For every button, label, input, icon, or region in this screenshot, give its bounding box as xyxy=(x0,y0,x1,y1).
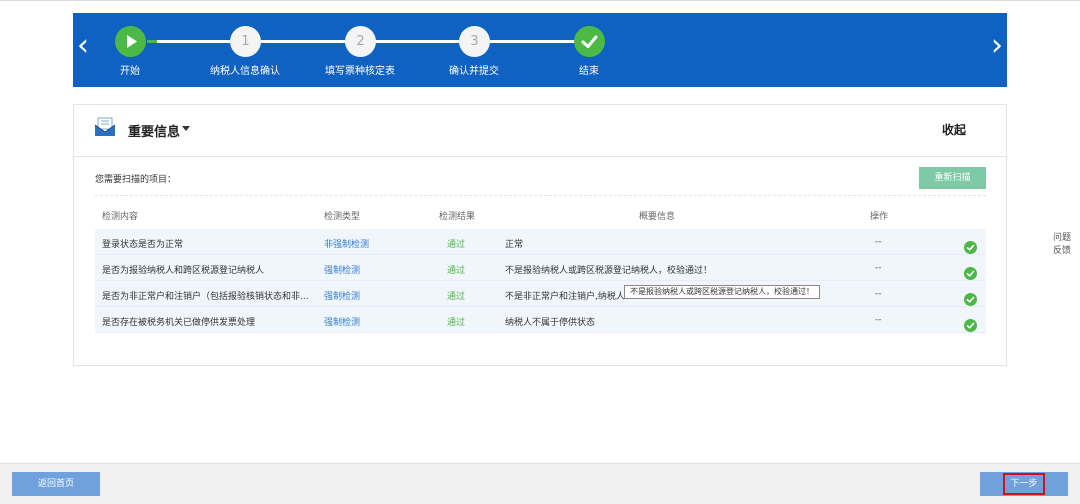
step-label-start: 开始 xyxy=(120,66,140,77)
check-circle-icon xyxy=(964,241,977,254)
divider xyxy=(95,195,986,196)
check-results-table: 登录状态是否为正常 非强制检测 通过 正常 -- 是否为报验纳税人和跨区税源登记… xyxy=(95,229,986,333)
row-type-link[interactable]: 强制检测 xyxy=(324,263,360,276)
row-summary: 不是非正常户和注销户,纳税人 xyxy=(505,292,625,302)
check-icon xyxy=(581,35,598,48)
row-summary: 正常 xyxy=(505,240,524,250)
table-row: 登录状态是否为正常 非强制检测 通过 正常 -- xyxy=(95,229,986,255)
step-end-marker xyxy=(574,26,605,57)
row-operation: -- xyxy=(875,237,882,247)
step-1-marker: 1 xyxy=(230,26,261,57)
step-3-marker: 3 xyxy=(459,26,490,57)
top-divider xyxy=(0,0,1080,1)
next-step-button[interactable]: 下一步 xyxy=(980,472,1068,496)
row-operation: -- xyxy=(875,315,882,325)
play-icon xyxy=(127,35,137,48)
check-circle-icon xyxy=(964,267,977,280)
row-content: 是否为非正常户和注销户（包括报验核销状态和非... xyxy=(102,292,309,302)
step-label-confirm-submit: 确认并提交 xyxy=(449,66,499,77)
rescan-button[interactable]: 重新扫描 xyxy=(919,167,986,189)
feedback-button[interactable]: 问题 反馈 xyxy=(1050,232,1074,258)
table-row: 是否为报验纳税人和跨区税源登记纳税人 强制检测 通过 不是报验纳税人或跨区税源登… xyxy=(95,255,986,281)
row-summary: 纳税人不属于停供状态 xyxy=(505,318,596,328)
panel-title[interactable]: 重要信息 xyxy=(128,121,180,140)
row-result: 通过 xyxy=(447,266,466,276)
important-info-panel: 重要信息 收起 您需要扫描的项目： 重新扫描 检测内容 检测类型 检测结果 概要… xyxy=(73,104,1007,366)
step-connector-done xyxy=(147,40,157,43)
row-summary: 不是报验纳税人或跨区税源登记纳税人，校验通过！ xyxy=(505,266,713,276)
row-operation: -- xyxy=(875,263,882,273)
column-header-operation: 操作 xyxy=(870,212,889,222)
panel-header: 重要信息 收起 xyxy=(74,105,1006,157)
step-start-marker xyxy=(115,26,146,57)
check-circle-icon xyxy=(964,293,977,306)
step-label-end: 结束 xyxy=(579,66,599,77)
row-type-link[interactable]: 强制检测 xyxy=(324,289,360,302)
step-label-fill-form: 填写票种核定表 xyxy=(325,66,395,77)
check-circle-icon xyxy=(964,319,977,332)
back-home-button[interactable]: 返回首页 xyxy=(12,472,100,496)
column-header-type: 检测类型 xyxy=(324,212,361,222)
row-operation: -- xyxy=(875,289,882,299)
mail-icon xyxy=(94,117,116,136)
row-content: 是否存在被税务机关已做停供发票处理 xyxy=(102,318,256,328)
step-label-taxpayer-confirm: 纳税人信息确认 xyxy=(210,66,280,77)
step-progress-banner: ‹ › 开始 1 纳税人信息确认 2 填写票种核定表 3 确认并提交 结束 xyxy=(73,13,1007,87)
column-header-summary: 概要信息 xyxy=(639,212,676,222)
row-content: 登录状态是否为正常 xyxy=(102,240,184,250)
next-step-label: 下一步 xyxy=(1003,473,1045,495)
row-type-link[interactable]: 非强制检测 xyxy=(324,237,369,250)
feedback-label-line1: 问题 xyxy=(1052,233,1071,243)
row-content: 是否为报验纳税人和跨区税源登记纳税人 xyxy=(102,266,265,276)
table-row: 是否为非正常户和注销户（包括报验核销状态和非... 强制检测 通过 不是非正常户… xyxy=(95,281,986,307)
feedback-label-line2: 反馈 xyxy=(1052,246,1071,256)
chevron-right-icon[interactable]: › xyxy=(991,31,1003,61)
row-result: 通过 xyxy=(447,240,466,250)
footer-bar: 返回首页 下一步 xyxy=(0,463,1080,504)
caret-down-icon[interactable] xyxy=(182,126,190,131)
row-type-link[interactable]: 强制检测 xyxy=(324,315,360,328)
collapse-button[interactable]: 收起 xyxy=(942,121,966,138)
column-header-result: 检测结果 xyxy=(439,212,476,222)
row-result: 通过 xyxy=(447,318,466,328)
table-row: 是否存在被税务机关已做停供发票处理 强制检测 通过 纳税人不属于停供状态 -- xyxy=(95,307,986,333)
chevron-left-icon[interactable]: ‹ xyxy=(77,31,89,61)
scan-items-label: 您需要扫描的项目： xyxy=(95,175,177,185)
column-header-content: 检测内容 xyxy=(102,212,139,222)
row-result: 通过 xyxy=(447,292,466,302)
step-2-marker: 2 xyxy=(345,26,376,57)
summary-tooltip: 不是报验纳税人或跨区税源登记纳税人，校验通过！ xyxy=(624,285,820,299)
